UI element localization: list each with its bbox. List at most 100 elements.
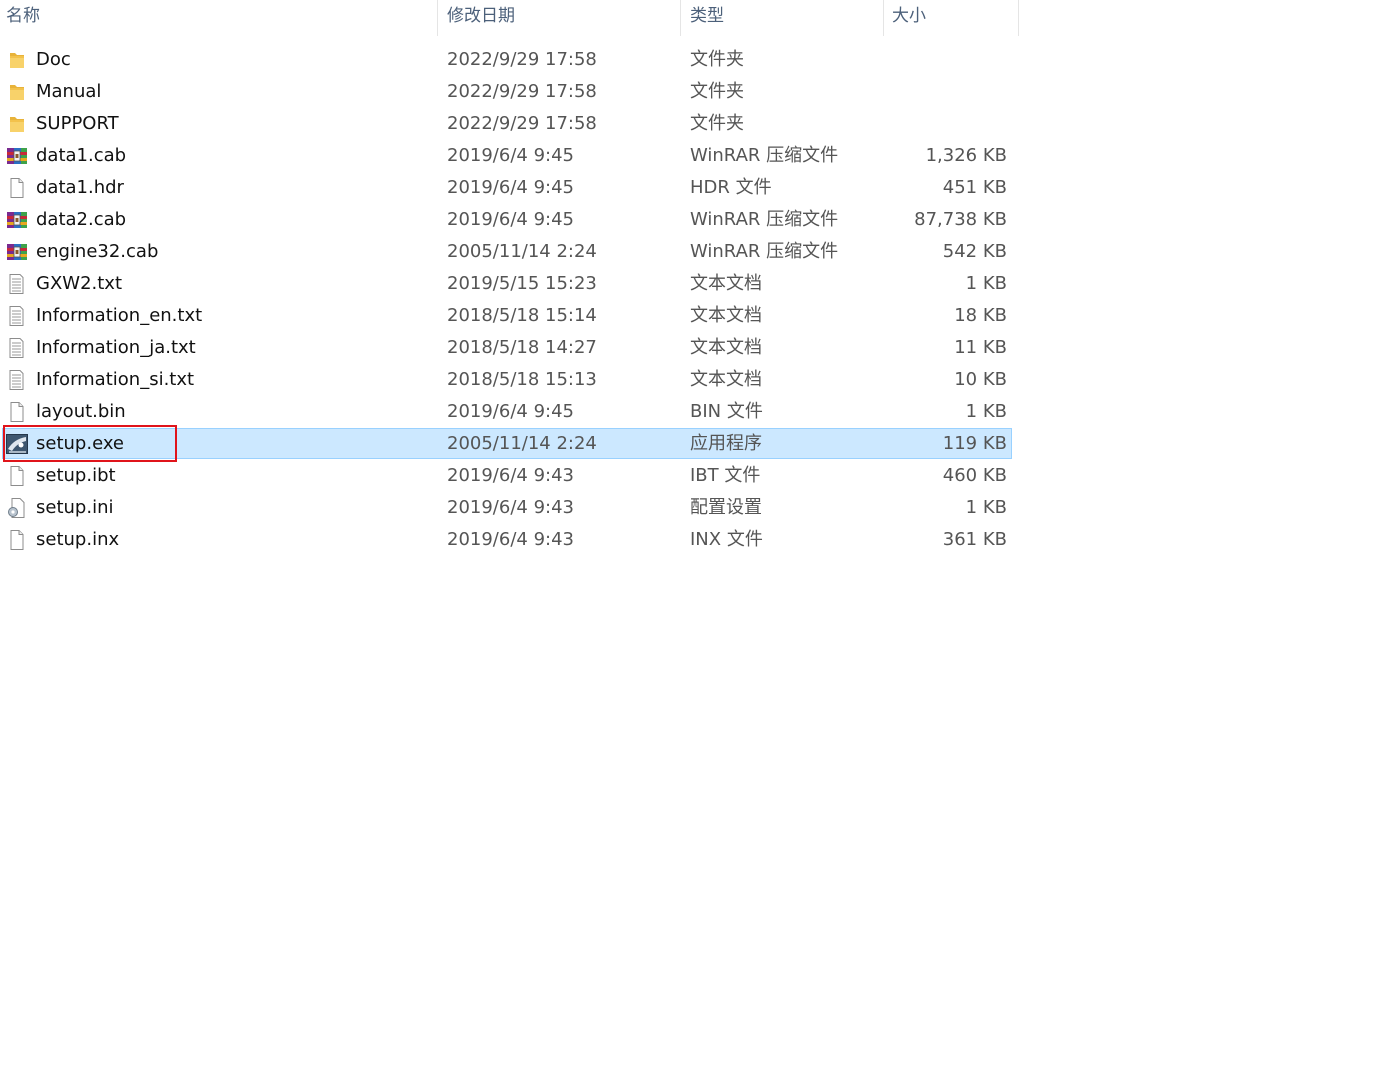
blank-file-icon [6, 402, 28, 422]
file-date: 2019/6/4 9:43 [447, 497, 574, 518]
file-row[interactable]: data1.cab 2019/6/4 9:45 WinRAR 压缩文件 1,326 K… [0, 140, 1014, 172]
file-size: 87,738 KB [914, 209, 1007, 230]
file-date: 2022/9/29 17:58 [447, 113, 597, 134]
file-date: 2019/6/4 9:45 [447, 209, 574, 230]
column-divider[interactable] [883, 0, 884, 36]
blank-file-icon [6, 530, 28, 550]
file-date: 2005/11/14 2:24 [447, 433, 597, 454]
folder-icon [6, 50, 28, 70]
column-divider[interactable] [680, 0, 681, 36]
file-size [850, 44, 1007, 76]
file-type: 文本文档 [690, 337, 762, 358]
text-file-icon [6, 306, 28, 326]
file-date: 2019/5/15 15:23 [447, 273, 597, 294]
file-type: INX 文件 [690, 529, 763, 550]
column-header-bar: ^ 名称 修改日期 类型 大小 [0, 0, 1020, 36]
file-size: 10 KB [954, 369, 1007, 390]
file-name: GXW2.txt [36, 273, 123, 294]
file-date: 2022/9/29 17:58 [447, 81, 597, 102]
file-date: 2019/6/4 9:43 [447, 465, 574, 486]
file-row[interactable]: setup.ibt 2019/6/4 9:43 IBT 文件 460 KB [0, 460, 1014, 492]
file-date: 2018/5/18 15:13 [447, 369, 597, 390]
file-name: Information_si.txt [36, 369, 195, 390]
file-row[interactable]: setup.ini 2019/6/4 9:43 配置设置 1 KB [0, 492, 1014, 524]
file-size: 361 KB [942, 529, 1007, 550]
file-name: setup.ini [36, 497, 114, 518]
file-type: BIN 文件 [690, 401, 763, 422]
file-name: engine32.cab [36, 241, 159, 262]
file-row[interactable]: Doc 2022/9/29 17:58 文件夹 [0, 44, 1014, 76]
annotation-highlight-box [3, 425, 177, 462]
file-type: 文本文档 [690, 273, 762, 294]
file-name: Information_ja.txt [36, 337, 196, 358]
blank-file-icon [6, 466, 28, 486]
file-size: 460 KB [942, 465, 1007, 486]
file-type: WinRAR 压缩文件 [690, 209, 839, 230]
column-divider[interactable] [437, 0, 438, 36]
file-date: 2018/5/18 14:27 [447, 337, 597, 358]
file-name: Information_en.txt [36, 305, 203, 326]
winrar-icon [6, 242, 28, 262]
column-header-name[interactable]: 名称 [0, 0, 437, 34]
file-name: data1.hdr [36, 177, 124, 198]
file-row[interactable]: SUPPORT 2022/9/29 17:58 文件夹 [0, 108, 1014, 140]
file-size: 119 KB [942, 433, 1007, 454]
file-date: 2019/6/4 9:45 [447, 401, 574, 422]
file-date: 2019/6/4 9:43 [447, 529, 574, 550]
file-name: data1.cab [36, 145, 127, 166]
file-row[interactable]: Information_en.txt 2018/5/18 15:14 文本文档 18 … [0, 300, 1014, 332]
file-name: data2.cab [36, 209, 127, 230]
file-row[interactable]: setup.inx 2019/6/4 9:43 INX 文件 361 KB [0, 524, 1014, 556]
file-type: 文本文档 [690, 305, 762, 326]
file-size: 1,326 KB [925, 145, 1007, 166]
column-header-date[interactable]: 修改日期 [441, 0, 680, 34]
file-type: WinRAR 压缩文件 [690, 241, 839, 262]
settings-file-icon [6, 498, 28, 518]
file-name: Manual [36, 81, 102, 102]
file-size: 542 KB [942, 241, 1007, 262]
file-row[interactable]: engine32.cab 2005/11/14 2:24 WinRAR 压缩文件 54… [0, 236, 1014, 268]
winrar-icon [6, 210, 28, 230]
file-row[interactable]: Information_ja.txt 2018/5/18 14:27 文本文档 11 … [0, 332, 1014, 364]
file-type: IBT 文件 [690, 465, 761, 486]
file-size: 451 KB [942, 177, 1007, 198]
column-divider[interactable] [1018, 0, 1019, 36]
file-list: Doc 2022/9/29 17:58 文件夹 Manual 2022/9/29 17:… [0, 44, 1020, 556]
file-size: 18 KB [954, 305, 1007, 326]
file-size: 11 KB [954, 337, 1007, 358]
text-file-icon [6, 370, 28, 390]
file-name: setup.inx [36, 529, 120, 550]
file-row[interactable]: GXW2.txt 2019/5/15 15:23 文本文档 1 KB [0, 268, 1014, 300]
file-name: layout.bin [36, 401, 126, 422]
file-name: Doc [36, 49, 71, 70]
file-type: 文件夹 [690, 49, 744, 70]
file-row[interactable]: layout.bin 2019/6/4 9:45 BIN 文件 1 KB [0, 396, 1014, 428]
file-row[interactable]: data1.hdr 2019/6/4 9:45 HDR 文件 451 KB [0, 172, 1014, 204]
text-file-icon [6, 274, 28, 294]
file-date: 2022/9/29 17:58 [447, 49, 597, 70]
file-date: 2019/6/4 9:45 [447, 145, 574, 166]
file-type: HDR 文件 [690, 177, 772, 198]
file-row[interactable]: Information_si.txt 2018/5/18 15:13 文本文档 10 … [0, 364, 1014, 396]
file-name: setup.ibt [36, 465, 116, 486]
column-header-type[interactable]: 类型 [684, 0, 883, 34]
file-type: 文件夹 [690, 81, 744, 102]
file-name: SUPPORT [36, 113, 119, 134]
file-row[interactable]: data2.cab 2019/6/4 9:45 WinRAR 压缩文件 87,738 … [0, 204, 1014, 236]
file-date: 2018/5/18 15:14 [447, 305, 597, 326]
file-type: 应用程序 [690, 433, 762, 454]
file-type: 文件夹 [690, 113, 744, 134]
file-type: WinRAR 压缩文件 [690, 145, 839, 166]
column-header-size[interactable]: 大小 [886, 0, 1018, 34]
file-date: 2005/11/14 2:24 [447, 241, 597, 262]
file-date: 2019/6/4 9:45 [447, 177, 574, 198]
file-size: 1 KB [965, 497, 1007, 518]
file-size [850, 76, 1007, 108]
folder-icon [6, 114, 28, 134]
file-type: 配置设置 [690, 497, 762, 518]
text-file-icon [6, 338, 28, 358]
winrar-icon [6, 146, 28, 166]
file-row[interactable]: Manual 2022/9/29 17:58 文件夹 [0, 76, 1014, 108]
file-size [850, 108, 1007, 140]
blank-file-icon [6, 178, 28, 198]
